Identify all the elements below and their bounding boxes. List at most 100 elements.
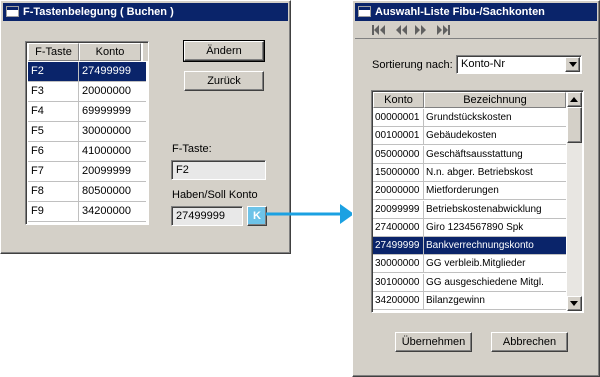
- nav-toolbar: [355, 22, 597, 39]
- konto-cell: 20099999: [82, 165, 131, 177]
- chevron-up-icon: [570, 97, 578, 102]
- sort-value: Konto-Nr: [461, 58, 506, 70]
- scrollbar[interactable]: [567, 92, 582, 311]
- list-item[interactable]: 15000000 N.n. abger. Betriebskost: [373, 163, 566, 182]
- list-item[interactable]: 27400000 Giro 1234567890 Spk: [373, 218, 566, 237]
- konto-cell: 00000001: [373, 109, 424, 126]
- sort-dropdown-button[interactable]: [565, 57, 580, 72]
- table-row[interactable]: F5 30000000: [28, 122, 146, 142]
- chevron-down-icon: [569, 62, 577, 67]
- konto-cell: 30000000: [373, 255, 424, 273]
- f-key-cell: F6: [28, 142, 79, 161]
- grid-header-ftaste[interactable]: F-Taste: [28, 43, 79, 61]
- sort-label: Sortierung nach:: [372, 59, 453, 71]
- konto-cell: 27400000: [373, 218, 424, 236]
- abbrechen-button[interactable]: Abbrechen: [491, 332, 568, 352]
- konto-lookup-button[interactable]: K: [247, 206, 267, 226]
- bezeichnung-cell: Mietforderungen: [426, 185, 499, 197]
- uebernehmen-button[interactable]: Übernehmen: [395, 332, 472, 352]
- f-key-cell: F9: [28, 202, 79, 221]
- bezeichnung-cell: Bilanzgewinn: [426, 295, 485, 306]
- table-row[interactable]: F7 20099999: [28, 162, 146, 182]
- ftaste-label: F-Taste:: [172, 143, 212, 155]
- table-row[interactable]: F2 27499999: [28, 62, 146, 82]
- f-key-assignment-window: F-Tastenbelegung ( Buchen ) F-Taste Kont…: [0, 0, 291, 254]
- konto-cell: 30000000: [82, 125, 131, 137]
- list-item[interactable]: 00000001 Grundstückskosten: [373, 109, 566, 127]
- f-key-cell: F8: [28, 182, 79, 201]
- scroll-thumb[interactable]: [567, 107, 582, 143]
- konto-cell: 00100001: [373, 127, 424, 145]
- f-key-grid-body: F2 27499999 F3 20000000 F4 69999999 F5 30000000…: [28, 62, 146, 224]
- window-app-icon: [6, 6, 19, 17]
- konto-cell: 30100000: [373, 273, 424, 291]
- konto-cell: 41000000: [82, 145, 131, 157]
- f-key-grid[interactable]: F-Taste Konto F2 27499999 F3 20000000 F4 6999…: [25, 41, 149, 225]
- list-header-bezeichnung[interactable]: Bezeichnung: [424, 92, 566, 108]
- bezeichnung-cell: Gebäudekosten: [426, 130, 497, 142]
- link-arrow-icon: [266, 204, 354, 224]
- bezeichnung-cell: Bankverrechnungskonto: [426, 240, 534, 252]
- konto-lookup-button-label: K: [253, 210, 261, 222]
- table-row[interactable]: F3 20000000: [28, 82, 146, 102]
- last-icon[interactable]: [435, 24, 451, 36]
- f-key-window-title: F-Tastenbelegung ( Buchen ): [23, 6, 174, 18]
- konto-label: Haben/Soll Konto: [172, 189, 258, 201]
- next-icon[interactable]: [413, 24, 429, 36]
- window-app-icon: [358, 6, 371, 17]
- f-key-window-titlebar[interactable]: F-Tastenbelegung ( Buchen ): [3, 3, 288, 21]
- bezeichnung-cell: Grundstückskosten: [426, 112, 512, 123]
- bezeichnung-cell: Geschäftsausstattung: [426, 148, 523, 160]
- f-key-cell: F3: [28, 82, 79, 101]
- ftaste-field: F2: [171, 160, 266, 180]
- f-key-cell: F5: [28, 122, 79, 141]
- bezeichnung-cell: GG ausgeschiedene Mitgl.: [426, 276, 544, 288]
- chevron-down-icon: [570, 301, 578, 306]
- table-row[interactable]: F4 69999999: [28, 102, 146, 122]
- list-item[interactable]: 05000000 Geschäftsausstattung: [373, 145, 566, 164]
- table-row[interactable]: F6 41000000: [28, 142, 146, 162]
- table-row[interactable]: F9 34200000: [28, 202, 146, 222]
- account-list[interactable]: Konto Bezeichnung 00000001 Grundstückskos…: [371, 90, 584, 313]
- bezeichnung-cell: Giro 1234567890 Spk: [426, 221, 524, 233]
- bezeichnung-cell: GG verbleib.Mitglieder: [426, 258, 526, 270]
- grid-header-konto[interactable]: Konto: [79, 43, 141, 61]
- konto-cell: 27499999: [82, 65, 131, 77]
- konto-cell: 20000000: [373, 182, 424, 200]
- list-item[interactable]: 00100001 Gebäudekosten: [373, 127, 566, 146]
- account-picker-title: Auswahl-Liste Fibu-/Sachkonten: [375, 6, 545, 18]
- list-item[interactable]: 34200000 Bilanzgewinn: [373, 292, 566, 310]
- konto-value: 27499999: [176, 210, 225, 222]
- bezeichnung-cell: N.n. abger. Betriebskost: [426, 166, 533, 178]
- konto-cell: 05000000: [373, 145, 424, 163]
- konto-cell: 80500000: [82, 185, 131, 197]
- list-item[interactable]: 20000000 Mietforderungen: [373, 182, 566, 201]
- list-item[interactable]: 27499999 Bankverrechnungskonto: [373, 237, 566, 256]
- f-key-cell: F4: [28, 102, 79, 121]
- sort-select[interactable]: Konto-Nr: [456, 55, 582, 74]
- konto-cell: 15000000: [373, 163, 424, 181]
- account-picker-titlebar[interactable]: Auswahl-Liste Fibu-/Sachkonten: [355, 3, 597, 21]
- table-row[interactable]: F8 80500000: [28, 182, 146, 202]
- scroll-down-button[interactable]: [567, 296, 582, 311]
- list-item[interactable]: 30000000 GG verbleib.Mitglieder: [373, 255, 566, 274]
- list-item[interactable]: 20099999 Betriebskostenabwicklung: [373, 200, 566, 219]
- konto-cell: 69999999: [82, 105, 131, 117]
- konto-cell: 20099999: [373, 200, 424, 218]
- bezeichnung-cell: Betriebskostenabwicklung: [426, 203, 542, 215]
- scroll-up-button[interactable]: [567, 92, 582, 107]
- account-list-body: 00000001 Grundstückskosten 00100001 Gebäude…: [373, 109, 566, 312]
- konto-field[interactable]: 27499999: [171, 206, 243, 226]
- aendern-button[interactable]: Ändern: [183, 40, 265, 62]
- zurueck-button[interactable]: Zurück: [184, 71, 264, 91]
- first-icon[interactable]: [371, 24, 387, 36]
- account-picker-window: Auswahl-Liste Fibu-/Sachkonten Sortierun…: [352, 0, 600, 377]
- ftaste-value: F2: [176, 164, 189, 176]
- konto-cell: 34200000: [82, 205, 131, 217]
- konto-cell: 34200000: [373, 292, 424, 309]
- konto-cell: 20000000: [82, 85, 131, 97]
- list-header-konto[interactable]: Konto: [373, 92, 424, 108]
- list-item[interactable]: 30100000 GG ausgeschiedene Mitgl.: [373, 273, 566, 292]
- prev-icon[interactable]: [393, 24, 409, 36]
- f-key-cell: F7: [28, 162, 79, 181]
